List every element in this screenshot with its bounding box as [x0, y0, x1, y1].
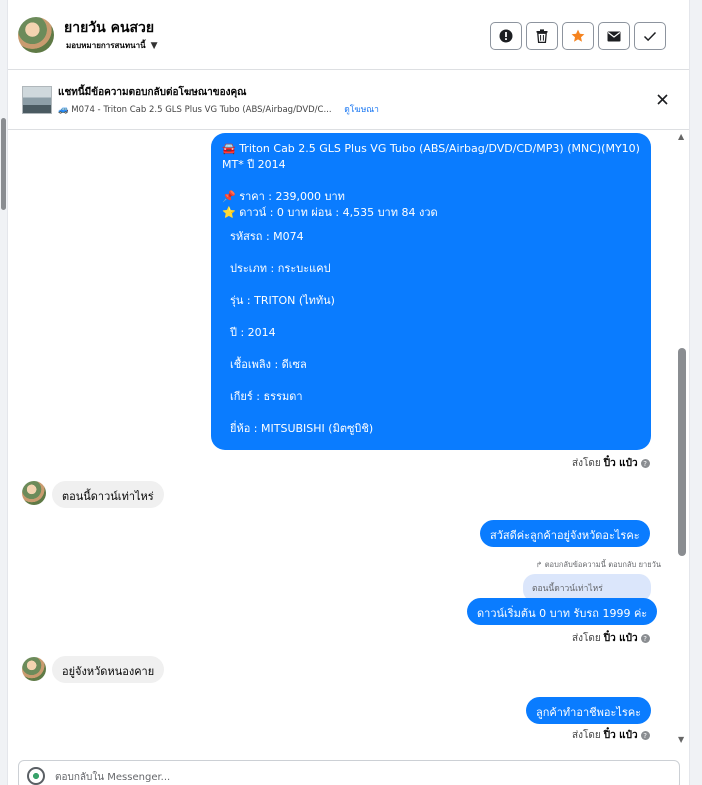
listing-spec: รหัสรถ : M074 — [230, 230, 304, 243]
customer-name[interactable]: ยายวัน คนสวย — [64, 17, 154, 39]
sender-name: ปิ๋ว แป๋ว — [603, 458, 638, 469]
delete-button[interactable] — [526, 22, 558, 50]
checkmark-icon — [643, 31, 657, 41]
view-ad-link[interactable]: ดูโฆษณา — [344, 105, 379, 115]
exclamation-icon — [499, 29, 513, 43]
scroll-down-icon[interactable]: ▼ — [678, 735, 684, 744]
incoming-message[interactable]: อยู่จังหวัดหนองคาย — [52, 656, 165, 683]
listing-spec: เกียร์ : ธรรมดา — [230, 390, 303, 403]
ad-thumbnail[interactable] — [22, 86, 52, 114]
listing-spec: เชื้อเพลิง : ดีเซล — [230, 358, 307, 371]
outgoing-message[interactable]: สวัสดีค่ะลูกค้าอยู่จังหวัดอะไรคะ — [480, 520, 650, 547]
sent-by-prefix: ส่งโดย — [572, 458, 601, 469]
listing-spec: ยี่ห้อ : MITSUBISHI (มิตซูบิชิ) — [230, 422, 374, 435]
sender-name: ปิ๋ว แป๋ว — [603, 633, 638, 644]
car-icon: 🚙 — [58, 105, 69, 115]
conversation-header: ยายวัน คนสวย มอบหมายการสนทนานี้ ▼ — [8, 0, 689, 70]
star-button[interactable] — [562, 22, 594, 50]
info-icon[interactable]: ? — [640, 459, 650, 468]
listing-message[interactable]: 🚘 Triton Cab 2.5 GLS Plus VG Tubo (ABS/A… — [211, 133, 651, 450]
thread-scrollbar[interactable]: ▲ ▼ — [677, 130, 687, 755]
ad-banner-subtitle: 🚙 M074 - Triton Cab 2.5 GLS Plus VG Tubo… — [58, 102, 379, 116]
composer-placeholder[interactable]: ตอบกลับใน Messenger... — [55, 770, 170, 785]
reply-composer[interactable]: ตอบกลับใน Messenger... — [18, 760, 680, 785]
sent-by-label: ส่งโดย ปิ๋ว แป๋ว ? — [572, 631, 650, 646]
sent-by-label: ส่งโดย ปิ๋ว แป๋ว ? — [572, 456, 650, 471]
assign-conversation-dropdown[interactable]: มอบหมายการสนทนานี้ ▼ — [66, 39, 158, 52]
assign-label: มอบหมายการสนทนานี้ — [66, 41, 146, 50]
report-spam-button[interactable] — [490, 22, 522, 50]
incoming-message[interactable]: ตอนนี้ดาวน์เท่าไหร่ — [52, 481, 164, 508]
reply-note-text: ตอบกลับข้อความนี้ ตอบกลับ ยายวัน — [544, 560, 662, 569]
close-icon — [656, 93, 668, 105]
listing-down-payment: ⭐ ดาวน์ : 0 บาท ผ่อน : 4,535 บาท 84 งวด — [222, 206, 438, 219]
ad-reply-banner: แชทนี้มีข้อความตอบกลับต่อโฆษณาของคุณ 🚙 M… — [8, 70, 689, 130]
scroll-up-icon[interactable]: ▲ — [678, 132, 684, 141]
customer-avatar-small[interactable] — [22, 657, 46, 681]
right-edge — [689, 0, 702, 785]
mark-done-button[interactable] — [634, 22, 666, 50]
listing-spec: ปี : 2014 — [230, 326, 276, 339]
sent-by-prefix: ส่งโดย — [572, 730, 601, 741]
left-scroll-edge — [0, 0, 8, 785]
ad-banner-title: แชทนี้มีข้อความตอบกลับต่อโฆษณาของคุณ — [58, 87, 247, 98]
sent-by-prefix: ส่งโดย — [572, 633, 601, 644]
caret-down-icon: ▼ — [150, 40, 158, 51]
sender-name: ปิ๋ว แป๋ว — [603, 730, 638, 741]
scrollbar-thumb[interactable] — [678, 348, 686, 556]
left-scroll-thumb[interactable] — [1, 118, 6, 210]
mark-unread-button[interactable] — [598, 22, 630, 50]
customer-avatar[interactable] — [18, 17, 54, 53]
listing-spec: ประเภท : กระบะแคป — [230, 262, 331, 275]
close-banner-button[interactable] — [653, 90, 671, 108]
page-logo-icon — [27, 767, 45, 785]
listing-title-line1: 🚘 Triton Cab 2.5 GLS Plus VG Tubo (ABS/A… — [222, 142, 640, 155]
listing-price: 📌 ราคา : 239,000 บาท — [222, 190, 345, 203]
reply-note: ↱ ตอบกลับข้อความนี้ ตอบกลับ ยายวัน — [536, 559, 661, 571]
trash-icon — [536, 29, 548, 43]
info-icon[interactable]: ? — [640, 731, 650, 740]
outgoing-message[interactable]: ดาวน์เริ่มต้น 0 บาท รับรถ 1999 ค่ะ — [467, 598, 658, 625]
sent-by-label: ส่งโดย ปิ๋ว แป๋ว ? — [572, 728, 650, 743]
outgoing-message[interactable]: ลูกค้าทำอาชีพอะไรคะ — [526, 697, 652, 724]
envelope-icon — [607, 31, 621, 41]
ad-name: M074 - Triton Cab 2.5 GLS Plus VG Tubo (… — [71, 105, 332, 115]
star-icon — [571, 29, 585, 42]
listing-spec: รุ่น : TRITON (ไททัน) — [230, 294, 335, 307]
customer-avatar-small[interactable] — [22, 481, 46, 505]
listing-title-line2: MT* ปี 2014 — [222, 158, 286, 171]
reply-arrow-icon: ↱ — [536, 560, 543, 569]
info-icon[interactable]: ? — [640, 634, 650, 643]
